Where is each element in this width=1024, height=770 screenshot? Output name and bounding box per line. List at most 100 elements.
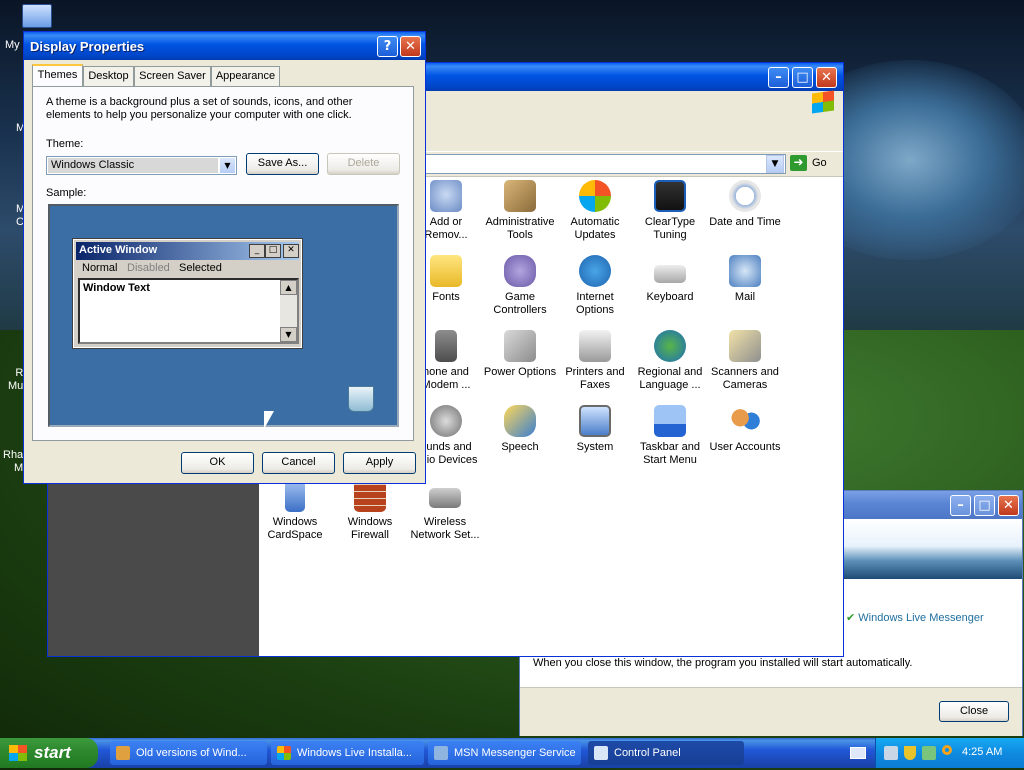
clock-calendar-icon xyxy=(729,180,761,212)
cp-item-automatic-updates[interactable]: Automatic Updates xyxy=(557,180,633,242)
installer-message: When you close this window, the program … xyxy=(533,657,913,669)
minimize-button[interactable]: – xyxy=(768,67,789,88)
windows-logo-icon xyxy=(9,745,27,761)
tab-screen-saver[interactable]: Screen Saver xyxy=(134,66,211,86)
cp-item-user-accounts[interactable]: User Accounts xyxy=(707,405,783,454)
theme-select-value: Windows Classic xyxy=(48,158,218,173)
cp-item-regional-language[interactable]: Regional and Language ... xyxy=(632,330,708,392)
desktop-icon-label-5: Rha M xyxy=(3,449,24,474)
maximize-button[interactable]: □ xyxy=(792,67,813,88)
taskbar-item-msn-messenger[interactable]: MSN Messenger Service xyxy=(428,741,581,765)
cp-item-scanners-cameras[interactable]: Scanners and Cameras xyxy=(707,330,783,392)
sample-scrollbar: ▲ ▼ xyxy=(280,280,297,342)
cp-item-internet-options[interactable]: Internet Options xyxy=(557,255,633,317)
cp-item-mail[interactable]: Mail xyxy=(707,255,783,304)
close-button[interactable]: ✕ xyxy=(998,495,1019,516)
save-as-button[interactable]: Save As... xyxy=(246,153,319,175)
keyboard-language-icon[interactable] xyxy=(850,747,866,759)
desktop-icon-label-4: R Mu xyxy=(8,367,24,392)
maximize-icon: □ xyxy=(265,244,281,258)
cp-item-speech[interactable]: Speech xyxy=(482,405,558,454)
start-label: start xyxy=(34,743,71,762)
globe-icon xyxy=(579,255,611,287)
cp-item-system[interactable]: System xyxy=(557,405,633,454)
sample-window-titlebar: Active Window _ □ ✕ xyxy=(76,242,299,260)
users-icon xyxy=(729,405,761,437)
firewall-brick-icon xyxy=(354,480,386,512)
go-arrow-icon[interactable]: ➜ xyxy=(790,155,807,171)
speaker-icon xyxy=(430,405,462,437)
ok-button[interactable]: OK xyxy=(181,452,254,474)
sample-window-text: Window Text xyxy=(83,282,150,294)
close-icon: ✕ xyxy=(283,244,299,258)
scroll-up-icon: ▲ xyxy=(280,280,297,295)
checkmark-icon: ✔ xyxy=(846,612,856,624)
cancel-button[interactable]: Cancel xyxy=(262,452,335,474)
cp-item-keyboard[interactable]: Keyboard xyxy=(632,255,708,304)
gamepad-icon xyxy=(504,255,536,287)
cp-item-cardspace[interactable]: Windows CardSpace xyxy=(257,480,333,542)
security-shield-icon[interactable] xyxy=(904,746,916,760)
tab-desktop[interactable]: Desktop xyxy=(83,66,134,86)
desktop-icon-my-computer[interactable] xyxy=(22,4,54,34)
tab-themes[interactable]: Themes xyxy=(32,64,83,87)
windows-flag-icon xyxy=(579,180,611,212)
apply-button[interactable]: Apply xyxy=(343,452,416,474)
taskbar-item-old-versions[interactable]: Old versions of Wind... xyxy=(110,741,267,765)
browser-icon xyxy=(116,746,130,760)
scroll-down-icon: ▼ xyxy=(280,327,297,342)
start-button[interactable]: start xyxy=(0,738,98,768)
cp-item-wireless[interactable]: Wireless Network Set... xyxy=(407,480,483,542)
theme-description: A theme is a background plus a set of so… xyxy=(46,96,353,121)
messenger-item: ✔ Windows Live Messenger xyxy=(846,611,984,624)
theme-select[interactable]: Windows Classic ▼ xyxy=(46,156,237,175)
wireless-network-icon xyxy=(429,488,461,508)
display-properties-titlebar[interactable]: Display Properties ? ✕ xyxy=(24,32,425,60)
cp-item-game-controllers[interactable]: Game Controllers xyxy=(482,255,558,317)
installer-close-button[interactable]: Close xyxy=(939,701,1009,722)
cp-item-power-options[interactable]: Power Options xyxy=(482,330,558,379)
cp-item-admin-tools[interactable]: Administrative Tools xyxy=(482,180,558,242)
help-button[interactable]: ? xyxy=(377,36,398,57)
messenger-item-label: Windows Live Messenger xyxy=(858,612,984,624)
sample-window: Active Window _ □ ✕ Normal Disabled Sele… xyxy=(72,238,303,349)
sample-text-area: Window Text ▲ ▼ xyxy=(78,278,299,344)
tab-appearance[interactable]: Appearance xyxy=(211,66,280,86)
cp-item-printers-faxes[interactable]: Printers and Faxes xyxy=(557,330,633,392)
sample-window-title: Active Window xyxy=(79,244,158,256)
power-plug-icon xyxy=(504,330,536,362)
taskbar-item-control-panel[interactable]: Control Panel xyxy=(588,741,744,765)
system-monitor-icon xyxy=(579,405,611,437)
cp-item-taskbar-start[interactable]: Taskbar and Start Menu xyxy=(632,405,708,467)
search-icon[interactable] xyxy=(942,745,952,755)
address-dropdown-button[interactable]: ▼ xyxy=(766,155,784,173)
cp-item-firewall[interactable]: Windows Firewall xyxy=(332,480,408,542)
chevron-down-icon[interactable]: ▼ xyxy=(220,158,235,173)
messenger-icon xyxy=(434,746,448,760)
sample-menu-disabled: Disabled xyxy=(127,262,170,274)
desktop-icon-label-1: My xyxy=(5,39,20,51)
go-button-label[interactable]: Go xyxy=(812,157,827,169)
network-icon[interactable] xyxy=(884,746,898,760)
close-button[interactable]: ✕ xyxy=(816,67,837,88)
cp-item-date-time[interactable]: Date and Time xyxy=(707,180,783,229)
add-remove-programs-icon xyxy=(430,180,462,212)
clock[interactable]: 4:25 AM xyxy=(962,746,1002,758)
speech-bubble-icon xyxy=(504,405,536,437)
close-button[interactable]: ✕ xyxy=(400,36,421,57)
computer-icon xyxy=(22,4,52,28)
address-input[interactable] xyxy=(418,154,786,174)
taskbar-item-windows-live-installer[interactable]: Windows Live Installa... xyxy=(271,741,424,765)
cp-item-cleartype[interactable]: ClearType Tuning xyxy=(632,180,708,242)
wireless-icon[interactable] xyxy=(922,746,936,760)
taskbar: start Old versions of Wind... Windows Li… xyxy=(0,738,1024,768)
sample-label: Sample: xyxy=(46,187,87,199)
dialog-title: Display Properties xyxy=(30,39,145,54)
folder-fonts-icon xyxy=(430,255,462,287)
maximize-button[interactable]: □ xyxy=(974,495,995,516)
minimize-button[interactable]: – xyxy=(950,495,971,516)
system-tray: 4:25 AM xyxy=(875,738,1024,768)
delete-button[interactable]: Delete xyxy=(327,153,400,175)
control-panel-icon xyxy=(594,746,608,760)
theme-label: Theme: xyxy=(46,138,84,150)
